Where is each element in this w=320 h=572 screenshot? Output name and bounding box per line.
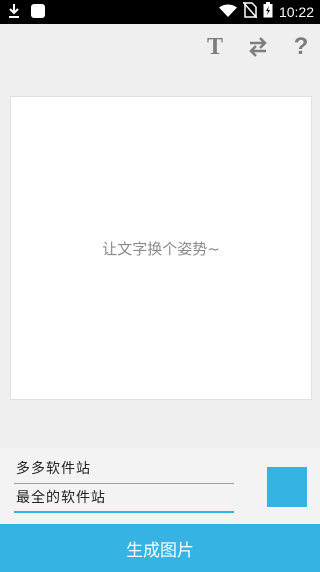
download-icon	[8, 3, 20, 23]
wifi-icon	[218, 3, 237, 22]
generate-image-button[interactable]: 生成图片	[0, 524, 320, 572]
image-preview: 让文字换个姿势~	[10, 96, 312, 400]
input-panel: 多多软件站 最全的软件站	[0, 448, 320, 524]
clock: 10:22	[278, 4, 314, 20]
no-sim-icon	[242, 1, 258, 22]
toolbar: T ?	[0, 24, 320, 70]
line2-input[interactable]: 最全的软件站	[14, 487, 234, 513]
status-bar: 10:22	[0, 0, 320, 24]
preview-placeholder: 让文字换个姿势~	[102, 239, 220, 258]
battery-charging-icon	[263, 2, 273, 22]
color-picker-swatch[interactable]	[267, 467, 307, 507]
line1-input[interactable]: 多多软件站	[14, 458, 234, 484]
help-button[interactable]: ?	[287, 33, 315, 61]
notification-icon	[30, 3, 46, 23]
text-style-button[interactable]: T	[201, 33, 229, 61]
swap-arrows-icon[interactable]	[244, 33, 272, 61]
